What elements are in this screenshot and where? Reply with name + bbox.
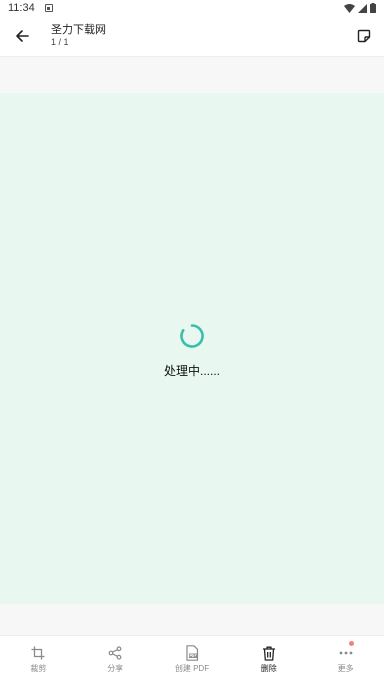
share-icon — [106, 644, 124, 662]
delete-button[interactable]: 删除 — [230, 636, 307, 682]
pdf-icon — [183, 644, 201, 662]
note-button[interactable] — [344, 16, 384, 56]
share-label: 分享 — [107, 664, 124, 673]
wifi-icon — [344, 3, 355, 13]
page-title: 圣力下载网 — [51, 24, 106, 36]
bottom-padding-band — [0, 604, 384, 635]
loading-spinner-icon — [180, 324, 204, 348]
title-block: 圣力下载网 1 / 1 — [44, 24, 344, 48]
app-bar: 圣力下载网 1 / 1 — [0, 16, 384, 56]
signal-icon — [358, 3, 367, 13]
arrow-left-icon — [16, 30, 29, 42]
create-pdf-button[interactable]: 创建 PDF — [154, 636, 231, 682]
note-icon — [357, 29, 371, 43]
create-pdf-label: 创建 PDF — [174, 664, 210, 673]
status-right — [344, 3, 376, 13]
status-time: 11:34 — [8, 2, 35, 14]
more-icon — [337, 644, 355, 662]
crop-label: 裁剪 — [30, 664, 47, 673]
status-left: 11:34 — [8, 2, 53, 14]
back-button[interactable] — [0, 16, 44, 56]
share-button[interactable]: 分享 — [77, 636, 154, 682]
notification-icon — [44, 4, 53, 12]
bottom-toolbar: 裁剪 分享 创建 PDF 删除 更多 — [0, 636, 384, 682]
crop-button[interactable]: 裁剪 — [0, 636, 77, 682]
crop-icon — [29, 644, 47, 662]
more-button[interactable]: 更多 — [307, 636, 384, 682]
trash-icon — [260, 644, 278, 662]
notification-badge — [348, 641, 354, 646]
top-padding-band — [0, 57, 384, 93]
more-label: 更多 — [337, 664, 354, 673]
processing-text: 处理中...... — [163, 364, 220, 378]
battery-icon — [370, 3, 376, 13]
page-indicator: 1 / 1 — [51, 37, 69, 47]
status-bar: 11:34 — [0, 0, 384, 16]
delete-label: 删除 — [260, 664, 277, 673]
